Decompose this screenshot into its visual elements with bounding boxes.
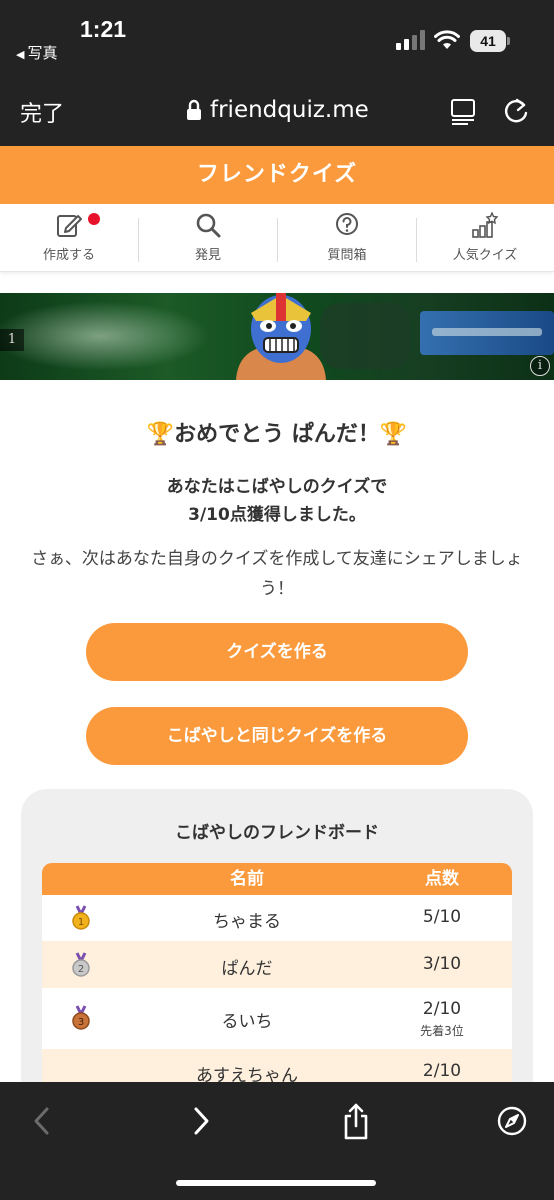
player-name: るいち xyxy=(221,1012,273,1032)
home-indicator[interactable] xyxy=(176,1180,376,1186)
lock-icon xyxy=(187,99,201,120)
column-header-name: 名前 xyxy=(230,869,264,889)
trophy-icon: 🏆 xyxy=(146,422,175,447)
wifi-icon xyxy=(434,30,460,49)
table-row: 1 ちゃまる 5/10 xyxy=(42,895,512,941)
table-header: 名前 点数 xyxy=(42,863,512,895)
table-row: 2 ぱんだ 3/10 xyxy=(42,941,512,988)
result-line-1: あなたはこばやしのクイズで xyxy=(166,477,388,497)
gold-medal-icon: 1 xyxy=(72,905,90,930)
done-button[interactable]: 完了 xyxy=(20,96,64,128)
nav-label-discover: 発見 xyxy=(194,248,221,263)
ad-info-icon[interactable]: i xyxy=(530,356,550,376)
svg-text:1: 1 xyxy=(78,917,84,928)
address-bar[interactable]: friendquiz.me xyxy=(186,94,369,126)
nav-label-popular: 人気クイズ xyxy=(452,248,518,263)
battery-level: 41 xyxy=(470,30,506,52)
player-name: ぱんだ xyxy=(221,959,273,979)
silver-medal-icon: 2 xyxy=(72,952,90,977)
status-bar: 1:21 ◀ 写真 41 xyxy=(0,0,554,78)
congrats-text: おめでとう ぱんだ！ xyxy=(174,422,380,447)
friend-board: こばやしのフレンドボード 名前 点数 1 ちゃまる 5/10 2 ぱんだ 3/1… xyxy=(21,789,533,1119)
browser-top-bar: 完了 friendquiz.me xyxy=(0,78,554,146)
ad-panel-line xyxy=(432,328,542,336)
share-icon[interactable] xyxy=(340,1102,372,1140)
main-nav: 作成する 発見 質問箱 人気クイズ xyxy=(0,204,554,272)
congrats-heading: 🏆おめでとう ぱんだ！🏆 xyxy=(0,416,554,448)
board-title: こばやしのフレンドボード xyxy=(175,823,379,843)
player-score-note: 先着3位 xyxy=(420,1024,464,1038)
ad-character-image xyxy=(236,293,326,380)
back-to-app-link[interactable]: ◀ 写真 xyxy=(16,42,57,63)
svg-text:2: 2 xyxy=(78,964,84,975)
compass-icon[interactable] xyxy=(496,1102,528,1140)
question-icon xyxy=(336,213,358,235)
player-score: 2/10 xyxy=(422,999,462,1019)
result-line-2: 3/10点獲得しました。 xyxy=(188,505,366,525)
player-name: ちゃまる xyxy=(213,912,281,932)
notification-dot xyxy=(88,213,100,225)
nav-item-popular[interactable]: 人気クイズ xyxy=(416,204,554,272)
forward-chevron-icon[interactable] xyxy=(185,1102,217,1140)
player-score: 3/10 xyxy=(422,954,462,974)
back-app-label: 写真 xyxy=(27,45,58,62)
player-score: 2/10 xyxy=(422,1061,462,1081)
cellular-signal-icon xyxy=(396,30,425,50)
battery-icon: 41 xyxy=(470,30,510,52)
reader-view-icon[interactable] xyxy=(450,98,476,126)
cta-text: さぁ、次はあなた自身のクイズを作成して友達にシェアしましょう！ xyxy=(31,549,523,599)
site-title[interactable]: フレンドクイズ xyxy=(0,146,554,204)
url-text: friendquiz.me xyxy=(210,97,369,123)
bronze-medal-icon: 3 xyxy=(72,1005,90,1030)
make-same-quiz-button[interactable]: こばやしと同じクイズを作る xyxy=(86,707,468,765)
battery-nub xyxy=(507,37,510,45)
player-score: 5/10 xyxy=(422,907,462,927)
trophy-icon: 🏆 xyxy=(379,422,408,447)
make-quiz-button[interactable]: クイズを作る xyxy=(86,623,468,681)
search-icon xyxy=(196,213,221,238)
status-time: 1:21 xyxy=(80,16,127,42)
leaderboard-table: 名前 点数 1 ちゃまる 5/10 2 ぱんだ 3/10 3 るいち 2/10 … xyxy=(42,863,512,1093)
back-chevron-icon[interactable] xyxy=(26,1102,58,1140)
column-header-score: 点数 xyxy=(425,869,459,889)
edit-icon xyxy=(57,215,82,237)
back-triangle-icon: ◀ xyxy=(16,49,25,61)
ranking-icon xyxy=(472,212,498,238)
svg-text:3: 3 xyxy=(78,1017,84,1028)
ad-banner[interactable] xyxy=(0,293,554,380)
reload-icon[interactable] xyxy=(503,97,529,125)
nav-label-question-box: 質問箱 xyxy=(327,248,367,263)
nav-item-discover[interactable]: 発見 xyxy=(139,204,277,272)
ad-badge: 1 xyxy=(0,329,24,351)
nav-item-question-box[interactable]: 質問箱 xyxy=(278,204,416,272)
ad-blurred-text xyxy=(0,301,210,371)
nav-label-create: 作成する xyxy=(42,248,95,263)
nav-item-create[interactable]: 作成する xyxy=(0,204,138,272)
ad-blurred-panel xyxy=(420,311,554,355)
table-row: 3 るいち 2/10 先着3位 xyxy=(42,988,512,1049)
